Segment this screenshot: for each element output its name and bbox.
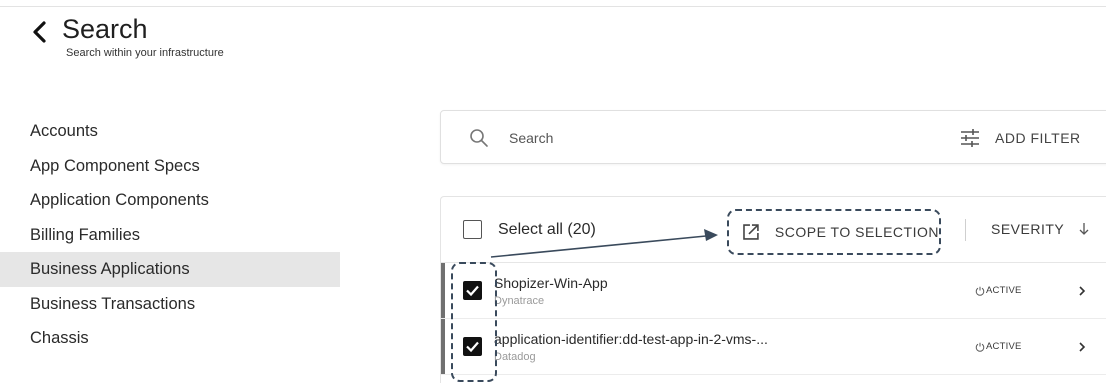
checkmark-icon — [466, 285, 479, 297]
select-all-checkbox[interactable]: Select all (20) — [463, 220, 596, 239]
status-label: ACTIVE — [986, 285, 1022, 296]
row-name: Shopizer-Win-App — [494, 275, 608, 291]
chevron-right-icon[interactable] — [1077, 341, 1087, 353]
arrow-down-icon — [1079, 223, 1089, 235]
results-toolbar: Select all (20) SCOPE TO SELECTION SEVER… — [441, 197, 1106, 263]
results-panel: Select all (20) SCOPE TO SELECTION SEVER… — [440, 196, 1106, 383]
severity-label: SEVERITY — [991, 221, 1065, 237]
power-icon — [975, 342, 985, 352]
sidebar-item-business-applications[interactable]: Business Applications — [0, 252, 340, 287]
top-divider — [0, 6, 1106, 7]
checkbox-box — [463, 220, 482, 239]
page-title: Search — [62, 14, 148, 44]
chevron-right-icon[interactable] — [1077, 285, 1087, 297]
select-all-label: Select all (20) — [498, 220, 596, 238]
severity-sort-button[interactable]: SEVERITY — [991, 221, 1090, 237]
external-link-icon — [743, 224, 759, 240]
page-subtitle: Search within your infrastructure — [66, 47, 224, 59]
scope-to-selection-button[interactable]: SCOPE TO SELECTION — [727, 209, 941, 255]
row-checkbox[interactable] — [463, 281, 482, 300]
row-checkbox[interactable] — [463, 337, 482, 356]
search-input[interactable] — [509, 127, 929, 149]
sidebar-item-application-components[interactable]: Application Components — [0, 183, 340, 218]
entity-type-sidebar: Accounts App Component Specs Application… — [0, 114, 340, 356]
row-accent-bar — [441, 319, 445, 374]
row-name: application-identifier:dd-test-app-in-2-… — [494, 331, 768, 347]
table-row[interactable]: Shopizer-Win-App Dynatrace ACTIVE — [441, 263, 1106, 319]
search-icon — [470, 129, 488, 147]
search-bar: ADD FILTER — [440, 110, 1106, 164]
sidebar-item-billing-families[interactable]: Billing Families — [0, 218, 340, 253]
toolbar-divider — [965, 219, 966, 241]
row-source: Dynatrace — [494, 295, 545, 307]
status-label: ACTIVE — [986, 341, 1022, 352]
sidebar-item-chassis[interactable]: Chassis — [0, 321, 340, 356]
sidebar-item-app-component-specs[interactable]: App Component Specs — [0, 149, 340, 184]
row-accent-bar — [441, 263, 445, 318]
status-badge: ACTIVE — [975, 285, 1022, 296]
add-filter-button[interactable]: ADD FILTER — [959, 127, 1081, 149]
sliders-icon — [961, 129, 979, 147]
add-filter-label: ADD FILTER — [995, 130, 1081, 146]
sidebar-item-business-transactions[interactable]: Business Transactions — [0, 287, 340, 322]
power-icon — [975, 286, 985, 296]
status-badge: ACTIVE — [975, 341, 1022, 352]
table-row[interactable]: application-identifier:dd-test-app-in-2-… — [441, 319, 1106, 375]
sidebar-item-accounts[interactable]: Accounts — [0, 114, 340, 149]
scope-to-selection-label: SCOPE TO SELECTION — [774, 224, 939, 240]
checkmark-icon — [466, 341, 479, 353]
chevron-left-icon[interactable] — [30, 20, 50, 44]
row-source: Datadog — [494, 351, 536, 363]
